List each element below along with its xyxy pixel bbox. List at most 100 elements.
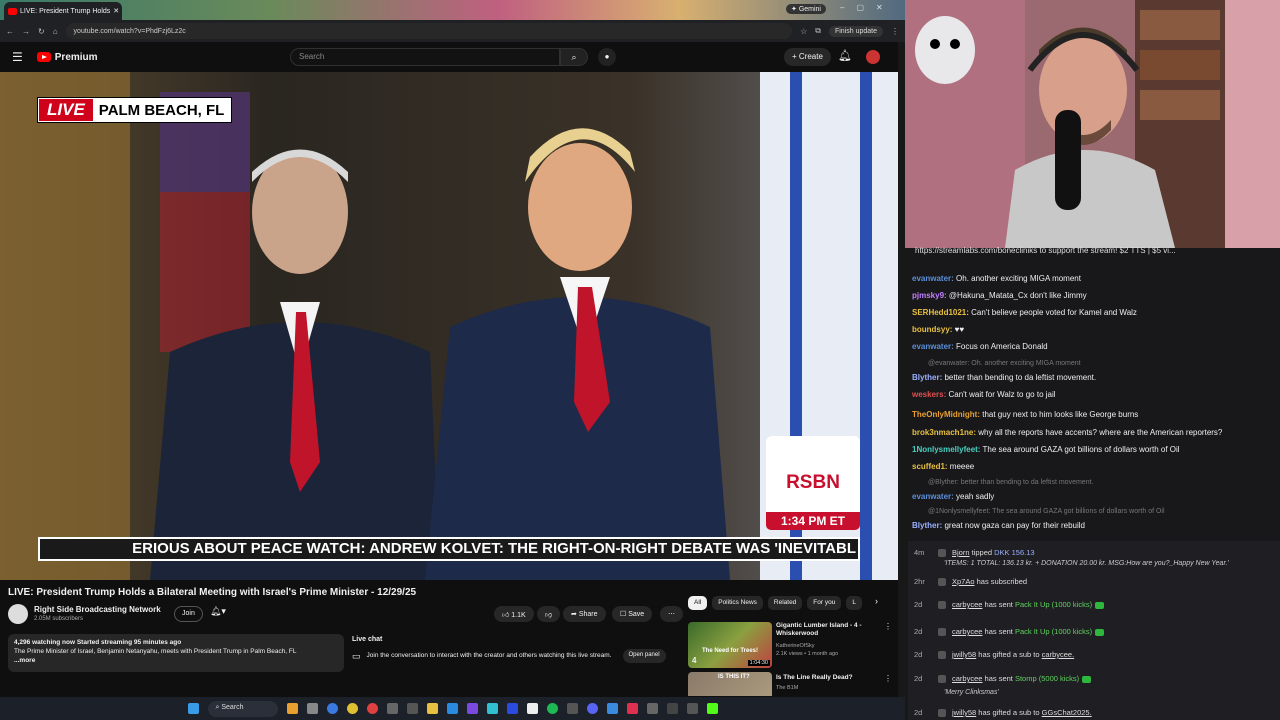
- event-time: 2d: [914, 600, 923, 609]
- like-button[interactable]: 👍︎ 1.1K: [494, 606, 534, 622]
- search-icon[interactable]: ⌕: [560, 48, 588, 66]
- chat-message: weskers: Can't wait for Walz to go to ja…: [912, 390, 1056, 399]
- join-button[interactable]: Join: [174, 606, 203, 622]
- app-icon[interactable]: [406, 703, 418, 714]
- edge-icon[interactable]: [326, 703, 338, 714]
- chrome-profile-icon[interactable]: [366, 703, 378, 714]
- app-icon[interactable]: [526, 703, 538, 714]
- video-thumbnail[interactable]: IS THIS IT?: [688, 672, 772, 696]
- window-controls[interactable]: –▢✕: [840, 3, 895, 12]
- reload-icon[interactable]: ↻: [38, 27, 45, 36]
- search-input[interactable]: Search: [290, 48, 560, 66]
- kick-icon[interactable]: [706, 703, 718, 714]
- app-icon[interactable]: [486, 703, 498, 714]
- chat-username[interactable]: scuffed1:: [912, 462, 948, 471]
- recommendation-item[interactable]: The Need for Trees! 4 1:04:30 Gigantic L…: [688, 622, 898, 668]
- filter-chip-for-you[interactable]: For you: [807, 596, 842, 610]
- file-explorer-icon[interactable]: [426, 703, 438, 714]
- more-actions-icon[interactable]: ⋯: [660, 606, 683, 622]
- finish-update-button[interactable]: Finish update: [828, 25, 883, 37]
- chat-username[interactable]: evanwater:: [912, 274, 954, 283]
- chat-username[interactable]: Blyther:: [912, 373, 942, 382]
- page-scrollbar[interactable]: [898, 42, 905, 697]
- app-icon[interactable]: [666, 703, 678, 714]
- channel-name[interactable]: Right Side Broadcasting Network: [34, 605, 161, 614]
- pinned-message[interactable]: https://streamlabs.com/bonecliniks to su…: [905, 246, 1280, 258]
- event-username[interactable]: carbycee: [952, 627, 982, 636]
- share-button[interactable]: ➦ Share: [563, 606, 606, 622]
- chevron-right-icon[interactable]: ›: [875, 596, 878, 610]
- chat-username[interactable]: 1Nonlysmellyfeet:: [912, 445, 980, 454]
- filter-chip-more[interactable]: L: [846, 596, 862, 610]
- tab-close-icon[interactable]: ✕: [113, 7, 119, 15]
- open-panel-button[interactable]: Open panel: [622, 649, 666, 663]
- app-icon[interactable]: [606, 703, 618, 714]
- browser-menu-icon[interactable]: ⋮: [891, 27, 899, 36]
- chat-username[interactable]: Blyther:: [912, 521, 942, 530]
- chrome-icon[interactable]: [346, 703, 358, 714]
- extensions-icon[interactable]: ⧉: [815, 26, 821, 36]
- event-target-user[interactable]: carbycee.: [1042, 650, 1075, 659]
- back-icon[interactable]: ←: [6, 27, 14, 36]
- event-username[interactable]: jwilly58: [952, 650, 976, 659]
- chat-username[interactable]: weskers:: [912, 390, 946, 399]
- chat-message: evanwater: yeah sadly: [912, 492, 994, 501]
- microphone-icon[interactable]: ●: [598, 48, 616, 66]
- video-player[interactable]: [0, 72, 900, 580]
- event-username[interactable]: carbycee: [952, 674, 982, 683]
- event-message: 'ITEMS: 1 TOTAL: 136.13 kr. + DONATION 2…: [944, 560, 1229, 567]
- event-username[interactable]: jwilly58: [952, 708, 976, 717]
- chat-username[interactable]: TheOnlyMidnight:: [912, 410, 980, 419]
- video-thumbnail[interactable]: The Need for Trees! 4 1:04:30: [688, 622, 772, 668]
- more-options-icon[interactable]: ⋮: [884, 622, 892, 631]
- app-icon[interactable]: [286, 703, 298, 714]
- filter-chip-related[interactable]: Related: [767, 596, 803, 610]
- hamburger-menu-icon[interactable]: ☰: [12, 50, 23, 64]
- spotify-icon[interactable]: [546, 703, 558, 714]
- gemini-button[interactable]: ✦ Gemini: [786, 4, 826, 14]
- notifications-bell-icon[interactable]: 🔔︎: [838, 49, 852, 62]
- app-icon[interactable]: [566, 703, 578, 714]
- chat-username[interactable]: evanwater:: [912, 492, 954, 501]
- chat-username[interactable]: boundsyy:: [912, 325, 952, 334]
- url-field[interactable]: youtube.com/watch?v=PhdFzj6Lz2c: [65, 23, 793, 39]
- windows-start-icon[interactable]: [187, 703, 199, 714]
- forward-icon[interactable]: →: [22, 27, 30, 36]
- account-avatar[interactable]: [866, 50, 880, 64]
- chat-username[interactable]: evanwater:: [912, 342, 954, 351]
- description-more[interactable]: ...more: [14, 656, 338, 665]
- chat-username[interactable]: SERHedd1021:: [912, 308, 969, 317]
- event-username[interactable]: carbycee: [952, 600, 982, 609]
- event-username[interactable]: Xp7Ao: [952, 577, 975, 586]
- app-icon[interactable]: [386, 703, 398, 714]
- save-button[interactable]: ☐ Save: [612, 606, 653, 622]
- dislike-button[interactable]: 👎︎: [537, 606, 561, 622]
- recommendation-item[interactable]: IS THIS IT? Is The Line Really Dead? The…: [688, 672, 898, 696]
- app-icon[interactable]: [506, 703, 518, 714]
- event-username[interactable]: Bjorn: [952, 548, 970, 557]
- app-icon[interactable]: [446, 703, 458, 714]
- taskbar-search[interactable]: ⌕ Search: [207, 700, 278, 717]
- stream-event: 2d jwilly58 has gifted a sub to carbycee.: [914, 650, 1075, 660]
- chat-username[interactable]: pjmsky9:: [912, 291, 947, 300]
- create-button[interactable]: + Create: [784, 48, 831, 66]
- task-view-icon[interactable]: [306, 703, 318, 714]
- discord-icon[interactable]: [586, 703, 598, 714]
- chat-username[interactable]: brok3nmach1ne:: [912, 428, 976, 437]
- app-icon[interactable]: [646, 703, 658, 714]
- app-icon[interactable]: [466, 703, 478, 714]
- filter-chip-all[interactable]: All: [688, 596, 708, 610]
- channel-avatar[interactable]: [8, 604, 28, 624]
- youtube-logo[interactable]: Premium: [36, 52, 98, 63]
- browser-tab-active[interactable]: LIVE: President Trump Holds ✕: [4, 2, 122, 20]
- more-options-icon[interactable]: ⋮: [884, 674, 892, 683]
- description-box[interactable]: 4,296 watching now Started streaming 95 …: [8, 634, 344, 672]
- bookmark-star-icon[interactable]: ☆: [800, 27, 807, 36]
- app-icon[interactable]: [686, 703, 698, 714]
- home-icon[interactable]: ⌂: [53, 27, 58, 36]
- filter-chip-politics[interactable]: Politics News: [712, 596, 763, 610]
- event-target-user[interactable]: GGsChat2025.: [1042, 708, 1092, 717]
- subscribe-bell-icon[interactable]: 🔔︎▾: [210, 606, 226, 617]
- app-icon[interactable]: [626, 703, 638, 714]
- chat-text: @Hakuna_Matata_Cx don't like Jimmy: [946, 291, 1087, 300]
